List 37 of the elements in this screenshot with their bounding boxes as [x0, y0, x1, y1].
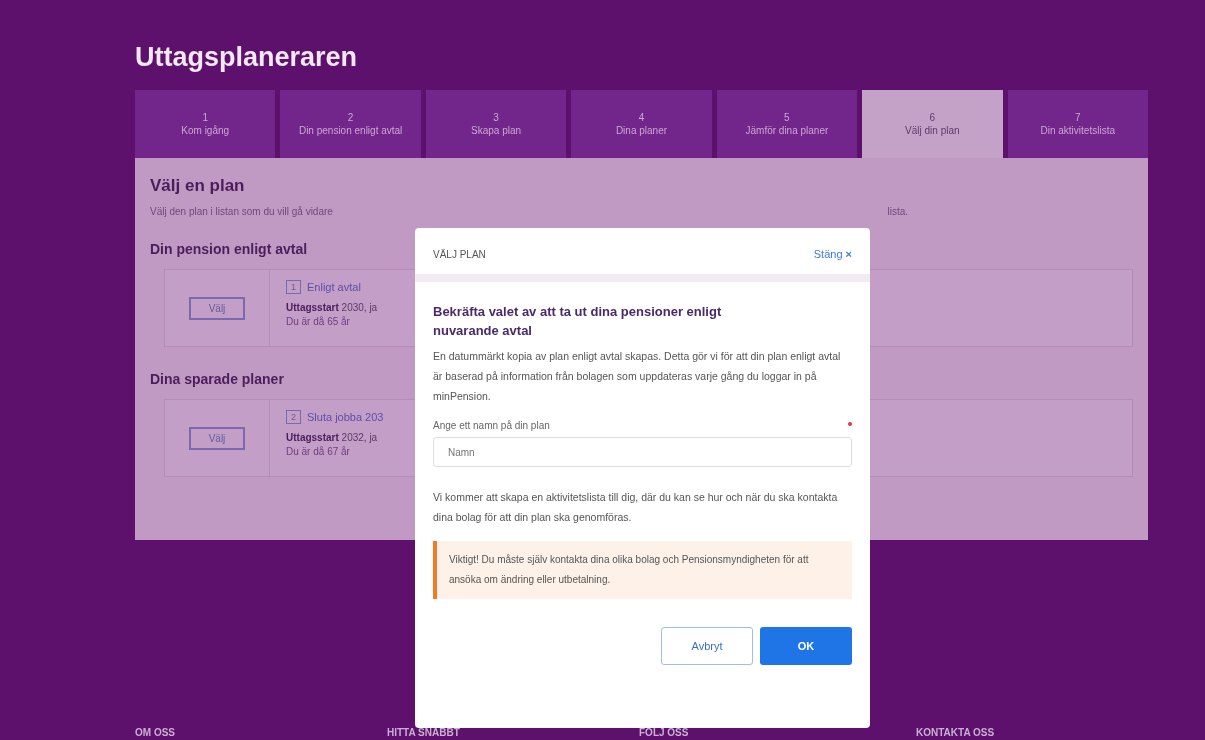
choose-button[interactable]: Välj: [188, 426, 246, 450]
step-tab[interactable]: 3 Skapa plan: [425, 90, 567, 158]
cancel-button[interactable]: Avbryt: [661, 627, 753, 665]
footer-link[interactable]: KONTAKTA OSS: [916, 727, 1168, 738]
step-tab[interactable]: 5 Jämför dina planer: [716, 90, 858, 158]
start-text: Uttagsstart 2030, ja: [286, 302, 378, 313]
start-text: Uttagsstart 2032, ja: [286, 432, 379, 443]
step-tab[interactable]: 7 Din aktivitetslista: [1007, 90, 1148, 158]
plan-link[interactable]: Sluta jobba 203: [307, 411, 384, 423]
section-heading: Välj en plan: [150, 176, 246, 196]
footer-link[interactable]: FÖLJ OSS: [639, 727, 916, 738]
intro-text: lista.: [887, 206, 908, 217]
intro-text: Välj den plan i listan som du vill gå vidare: [150, 206, 333, 217]
plan-number: 2: [286, 410, 301, 424]
field-label: Ange ett namn på din plan: [433, 420, 550, 431]
plan-number: 1: [286, 280, 301, 294]
dialog-text: En datummärkt kopia av plan enligt avtal skapas. Detta gör vi för att din plan enligt avtal är baserad på information från bolagen som uppdateras varje gång du loggar in på minPension.: [433, 349, 842, 404]
choose-button[interactable]: Välj: [188, 296, 246, 320]
section-heading: Din pension enligt avtal: [150, 241, 308, 257]
page-title: Uttagsplaneraren: [135, 42, 359, 74]
warning-message: Viktigt! Du måste själv kontakta dina olika bolag och Pensionsmyndigheten för att ansöka om ändring eller utbetalning.: [433, 541, 852, 599]
age-text: Du är då 65 år: [286, 316, 351, 327]
ok-button[interactable]: OK: [760, 627, 852, 665]
section-heading: Dina sparade planer: [150, 371, 284, 387]
step-tab[interactable]: 4 Dina planer: [571, 90, 712, 158]
footer-link[interactable]: OM OSS: [135, 727, 387, 738]
plan-link[interactable]: Enligt avtal: [307, 281, 361, 293]
close-button[interactable]: Stäng ×: [813, 248, 852, 260]
step-tab[interactable]: 6 Välj din plan: [862, 90, 1003, 158]
dialog-title: VÄLJ PLAN: [433, 248, 486, 260]
age-text: Du är då 67 år: [286, 446, 351, 457]
plan-name-field[interactable]: Namn: [433, 437, 852, 467]
step-tab[interactable]: 1 Kom igång: [135, 90, 276, 158]
dialog-text: Vi kommer att skapa en aktivitetslista till dig, där du kan se hur och när du ska kontakta dina bolag för att din plan ska genomföras.: [433, 490, 839, 525]
step-tab[interactable]: 2 Din pension enligt avtal: [280, 90, 421, 158]
dialog-heading: Bekräfta valet av att ta ut dina pensioner enligt nuvarande avtal: [433, 303, 723, 340]
footer-link[interactable]: HITTA SNABBT: [387, 727, 639, 738]
